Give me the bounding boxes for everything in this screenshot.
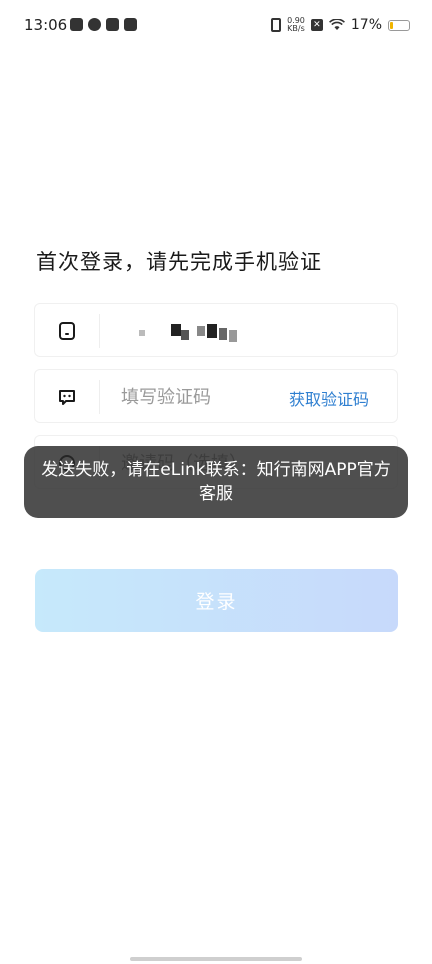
network-speed-unit: KB/s: [287, 24, 305, 33]
phone-icon: [59, 322, 75, 340]
tiktok-icon: [106, 18, 119, 31]
battery-percent: 17%: [350, 17, 382, 33]
page-title: 首次登录，请先完成手机验证: [36, 250, 322, 274]
verification-code-field[interactable]: 获取验证码: [34, 369, 398, 423]
notification-icon: [70, 18, 83, 31]
status-bar: 13:06 0.90 KB/s ✕ 17%: [0, 0, 432, 52]
phone-number-masked: [135, 322, 245, 344]
field-divider: [99, 314, 100, 348]
phone-field[interactable]: [34, 303, 398, 357]
verification-code-input[interactable]: [121, 384, 291, 410]
vibrate-icon: [271, 18, 282, 32]
status-right: 0.90 KB/s ✕ 17%: [271, 14, 410, 36]
login-button[interactable]: 登录: [35, 569, 398, 632]
field-divider: [99, 380, 100, 414]
no-sim-icon: ✕: [310, 19, 323, 31]
battery-fill: [390, 21, 393, 29]
wifi-icon: [328, 19, 345, 30]
message-icon: [59, 390, 75, 405]
battery-icon: [388, 19, 410, 31]
home-indicator[interactable]: [130, 957, 302, 961]
get-code-button[interactable]: 获取验证码: [289, 386, 369, 410]
network-speed: 0.90 KB/s: [287, 17, 305, 33]
error-toast: 发送失败，请在eLink联系：知行南网APP官方客服: [24, 446, 408, 518]
app-notification-icon: [88, 18, 101, 31]
status-time: 13:06: [24, 16, 68, 34]
mail-icon: [124, 18, 137, 31]
